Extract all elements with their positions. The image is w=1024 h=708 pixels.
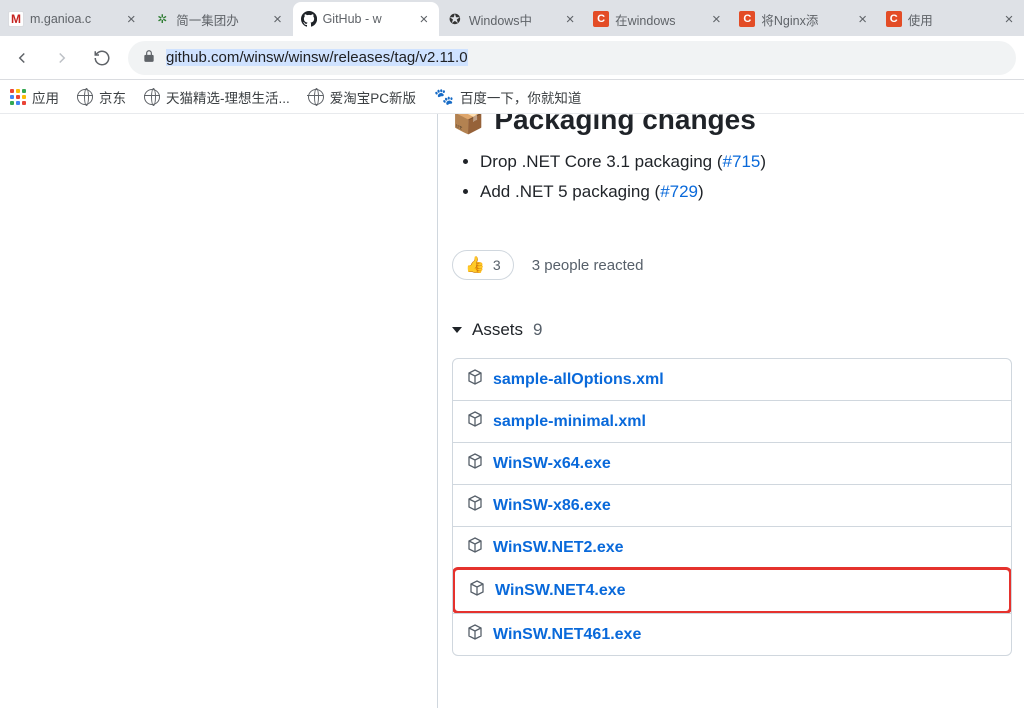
apps-icon — [10, 89, 26, 105]
sidebar-placeholder — [0, 114, 438, 708]
bookmark-label: 爱淘宝PC新版 — [330, 87, 416, 107]
browser-tab[interactable]: ✲简一集团办× — [146, 2, 292, 36]
issue-link[interactable]: #729 — [660, 182, 698, 201]
tab-title: 简一集团办 — [176, 10, 264, 29]
package-icon — [467, 537, 483, 558]
close-icon[interactable]: × — [1002, 12, 1016, 27]
browser-tab[interactable]: C使用× — [878, 2, 1024, 36]
asset-name: WinSW.NET461.exe — [493, 626, 641, 644]
forward-button[interactable] — [48, 44, 76, 72]
asset-row[interactable]: sample-allOptions.xml — [453, 359, 1011, 400]
paw-icon: 🐾 — [434, 87, 454, 107]
apps-shortcut[interactable]: 应用 — [10, 87, 59, 107]
address-bar[interactable]: github.com/winsw/winsw/releases/tag/v2.1… — [128, 41, 1016, 75]
tab-title: 在windows — [615, 10, 703, 29]
tab-strip: Mm.ganioa.c×✲简一集团办×GitHub - w×✪Windows中×… — [0, 0, 1024, 36]
changelog-item: Drop .NET Core 3.1 packaging (#715) — [480, 152, 1012, 172]
reaction-caption: 3 people reacted — [532, 257, 644, 274]
url-text: github.com/winsw/winsw/releases/tag/v2.1… — [166, 49, 468, 66]
asset-name: WinSW-x86.exe — [493, 497, 611, 515]
close-icon[interactable]: × — [856, 12, 870, 27]
tab-title: Windows中 — [469, 10, 557, 29]
bookmark-item[interactable]: 🐾 百度一下，你就知道 — [434, 87, 581, 107]
apps-label: 应用 — [32, 87, 59, 107]
package-icon — [467, 495, 483, 516]
browser-tab[interactable]: GitHub - w × — [293, 2, 439, 36]
asset-name: WinSW.NET2.exe — [493, 539, 624, 557]
package-icon — [467, 411, 483, 432]
asset-name: sample-allOptions.xml — [493, 371, 664, 389]
asset-row[interactable]: sample-minimal.xml — [453, 400, 1011, 442]
caret-down-icon — [452, 327, 462, 333]
bookmark-label: 天猫精选-理想生活... — [166, 87, 290, 107]
bookmark-label: 百度一下，你就知道 — [460, 87, 582, 107]
browser-tab[interactable]: C将Nginx添× — [731, 2, 877, 36]
tab-title: 使用 — [908, 10, 996, 29]
tab-title: 将Nginx添 — [761, 10, 849, 29]
globe-icon — [77, 89, 93, 105]
package-icon: 📦 — [452, 114, 484, 136]
reaction-count: 3 — [493, 257, 501, 273]
package-icon — [467, 624, 483, 645]
package-icon — [467, 369, 483, 390]
section-heading: 📦 Packaging changes — [452, 114, 1012, 136]
asset-name: WinSW.NET4.exe — [495, 582, 626, 600]
lock-icon — [142, 49, 156, 67]
bookmarks-bar: 应用 京东 天猫精选-理想生活... 爱淘宝PC新版 🐾 百度一下，你就知道 — [0, 80, 1024, 114]
bookmark-label: 京东 — [99, 87, 126, 107]
globe-icon — [144, 89, 160, 105]
assets-list: sample-allOptions.xml sample-minimal.xml W… — [452, 358, 1012, 656]
browser-tab[interactable]: ✪Windows中× — [439, 2, 585, 36]
reactions-row: 👍 3 3 people reacted — [452, 250, 1012, 280]
browser-tab[interactable]: Mm.ganioa.c× — [0, 2, 146, 36]
package-icon — [467, 453, 483, 474]
tab-title: GitHub - w — [323, 12, 411, 26]
close-icon[interactable]: × — [124, 12, 138, 27]
assets-label: Assets — [472, 320, 523, 340]
assets-toggle[interactable]: Assets 9 — [452, 320, 1012, 340]
close-icon[interactable]: × — [563, 12, 577, 27]
close-icon[interactable]: × — [271, 12, 285, 27]
package-icon — [469, 580, 485, 601]
close-icon[interactable]: × — [709, 12, 723, 27]
asset-row[interactable]: WinSW.NET461.exe — [453, 613, 1011, 655]
tab-title: m.ganioa.c — [30, 12, 118, 26]
changelog-list: Drop .NET Core 3.1 packaging (#715) Add .… — [480, 152, 1012, 202]
browser-tab[interactable]: C在windows× — [585, 2, 731, 36]
thumbs-up-icon: 👍 — [465, 255, 485, 275]
close-icon[interactable]: × — [417, 12, 431, 27]
browser-toolbar: github.com/winsw/winsw/releases/tag/v2.1… — [0, 36, 1024, 80]
page-content: 📦 Packaging changes Drop .NET Core 3.1 p… — [0, 114, 1024, 708]
asset-name: sample-minimal.xml — [493, 413, 646, 431]
thumbs-up-reaction[interactable]: 👍 3 — [452, 250, 514, 280]
globe-icon — [308, 89, 324, 105]
assets-count: 9 — [533, 320, 542, 340]
asset-row[interactable]: WinSW-x64.exe — [453, 442, 1011, 484]
issue-link[interactable]: #715 — [723, 152, 761, 171]
bookmark-item[interactable]: 天猫精选-理想生活... — [144, 87, 290, 107]
heading-text: Packaging changes — [494, 114, 755, 136]
bookmark-item[interactable]: 爱淘宝PC新版 — [308, 87, 416, 107]
asset-row[interactable]: WinSW.NET2.exe — [453, 526, 1011, 568]
asset-row[interactable]: WinSW.NET4.exe — [452, 567, 1012, 614]
asset-row[interactable]: WinSW-x86.exe — [453, 484, 1011, 526]
back-button[interactable] — [8, 44, 36, 72]
reload-button[interactable] — [88, 44, 116, 72]
bookmark-item[interactable]: 京东 — [77, 87, 126, 107]
asset-name: WinSW-x64.exe — [493, 455, 611, 473]
changelog-item: Add .NET 5 packaging (#729) — [480, 182, 1012, 202]
